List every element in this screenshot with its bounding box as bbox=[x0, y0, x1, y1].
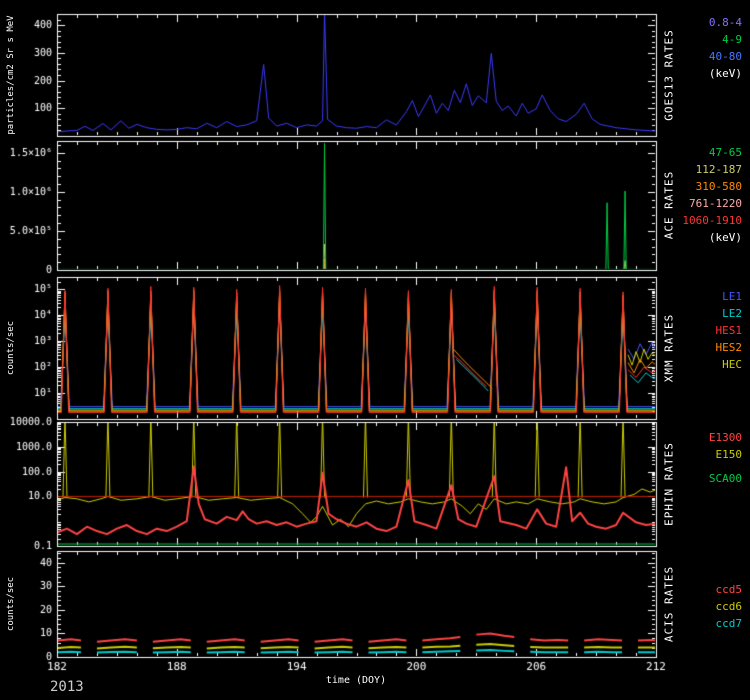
legend-xmm-hes1: HES1 bbox=[716, 324, 743, 337]
legend-ace-band-2: 112-187 bbox=[696, 163, 742, 176]
y-axis-title-xmm: counts/sec bbox=[6, 321, 16, 375]
rates-plot-canvas bbox=[0, 0, 750, 700]
panel-title-goes13: GOES13 RATES bbox=[663, 29, 676, 120]
legend-ephin-sca00: SCA00 bbox=[709, 472, 742, 485]
legend-goes13-units: (keV) bbox=[709, 67, 742, 80]
legend-ace-band-5: 1060-1910 bbox=[682, 214, 742, 227]
legend-ephin-e150: E150 bbox=[716, 448, 743, 461]
panel-title-acis: ACIS RATES bbox=[663, 566, 676, 642]
legend-xmm-hec: HEC bbox=[722, 358, 742, 371]
y-axis-title-goes13: particles/cm2 Sr s MeV bbox=[6, 15, 16, 134]
y-axis-title-acis: counts/sec bbox=[6, 577, 16, 631]
legend-acis-ccd5: ccd5 bbox=[716, 583, 743, 596]
radiation-monitor-dashboard: particles/cm2 Sr s MeV counts/sec counts… bbox=[0, 0, 750, 700]
legend-goes13-band-1: 0.8-4 bbox=[709, 16, 742, 29]
legend-acis-ccd7: ccd7 bbox=[716, 617, 743, 630]
legend-xmm-le1: LE1 bbox=[722, 290, 742, 303]
panel-title-ace: ACE RATES bbox=[663, 171, 676, 240]
legend-acis-ccd6: ccd6 bbox=[716, 600, 743, 613]
legend-goes13-band-2: 4-9 bbox=[722, 33, 742, 46]
panel-title-xmm: XMM RATES bbox=[663, 314, 676, 383]
legend-goes13-band-3: 40-80 bbox=[709, 50, 742, 63]
legend-ace-band-1: 47-65 bbox=[709, 146, 742, 159]
legend-ephin-e1300: E1300 bbox=[709, 431, 742, 444]
legend-xmm-le2: LE2 bbox=[722, 307, 742, 320]
legend-ace-units: (keV) bbox=[709, 231, 742, 244]
year-label: 2013 bbox=[50, 679, 84, 695]
legend-xmm-hes2: HES2 bbox=[716, 341, 743, 354]
legend-ace-band-3: 310-580 bbox=[696, 180, 742, 193]
legend-ace-band-4: 761-1220 bbox=[689, 197, 742, 210]
panel-title-ephin: EPHIN RATES bbox=[663, 442, 676, 526]
x-axis-title: time (DOY) bbox=[326, 675, 386, 686]
